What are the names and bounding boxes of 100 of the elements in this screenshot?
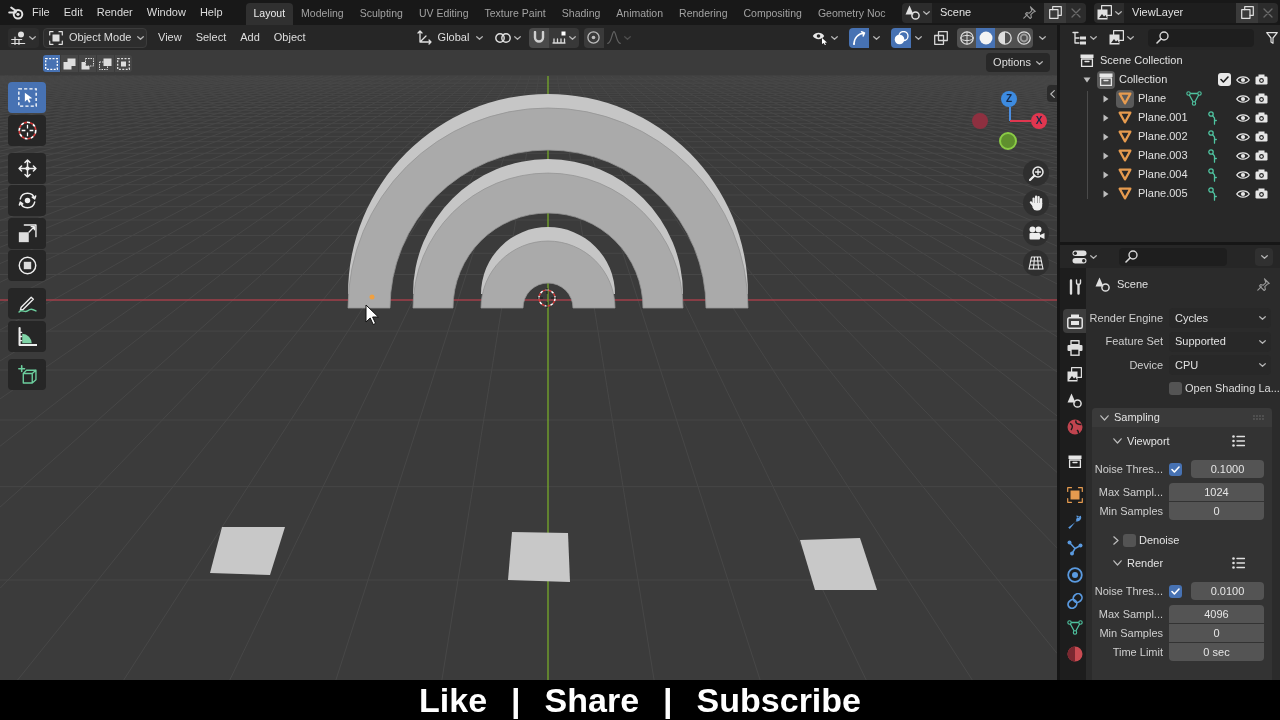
snap-toggle[interactable] — [528, 27, 549, 48]
sidebar-toggle-button[interactable] — [1047, 85, 1057, 102]
checkbox[interactable] — [1169, 584, 1182, 598]
outliner-item[interactable]: Scene Collection — [1100, 52, 1183, 69]
name-field[interactable]: Scene — [932, 2, 1044, 23]
camera-view-button[interactable] — [1023, 220, 1049, 246]
menu-item[interactable]: Render — [89, 2, 140, 23]
menu-item[interactable]: Select — [188, 27, 234, 48]
close-button[interactable] — [1258, 2, 1278, 23]
gizmo-toggle[interactable] — [849, 27, 869, 48]
mode-dropdown[interactable]: Object Mode — [43, 27, 147, 48]
dropdown-button[interactable] — [1255, 247, 1273, 266]
checkbox[interactable] — [1123, 533, 1136, 547]
workspace-tab[interactable]: Compositing — [735, 3, 810, 25]
outliner-item[interactable]: Plane.001 — [1138, 109, 1188, 126]
outliner-item[interactable]: Plane.002 — [1138, 128, 1188, 145]
options-dropdown[interactable]: Options — [986, 53, 1050, 72]
tool-button[interactable] — [8, 288, 46, 319]
eye-icon[interactable] — [1236, 74, 1250, 85]
number-field[interactable]: 4096 — [1169, 605, 1264, 623]
camera-icon[interactable] — [1255, 93, 1268, 104]
shading-mode-button[interactable] — [957, 27, 976, 48]
workspace-tab[interactable]: Layout — [245, 3, 294, 25]
selection-mode-button[interactable] — [43, 55, 60, 72]
outliner-item[interactable]: Plane.004 — [1138, 166, 1188, 183]
zoom-button[interactable] — [1023, 160, 1049, 186]
eye-icon[interactable] — [1236, 169, 1250, 180]
disclosure-triangle-icon[interactable] — [1103, 170, 1109, 179]
menu-item[interactable]: Edit — [56, 2, 90, 23]
properties-tab[interactable] — [1063, 309, 1086, 333]
name-field[interactable]: ViewLayer — [1124, 2, 1236, 23]
shading-mode-button[interactable] — [1014, 27, 1033, 48]
subpanel-title[interactable]: Render — [1127, 554, 1164, 572]
outliner-item[interactable]: Collection — [1119, 71, 1168, 88]
disclosure-triangle-icon[interactable] — [1103, 151, 1109, 160]
checkbox[interactable] — [1169, 462, 1182, 476]
copy-button[interactable] — [1236, 2, 1258, 23]
camera-icon[interactable] — [1255, 112, 1268, 123]
shading-mode-button[interactable] — [995, 27, 1014, 48]
eye-icon[interactable] — [1236, 188, 1250, 199]
pan-button[interactable] — [1023, 190, 1049, 216]
menu-item[interactable]: Add — [233, 27, 267, 48]
dropdown[interactable]: Supported — [1169, 331, 1271, 352]
disclosure-triangle-icon[interactable] — [1083, 76, 1091, 83]
menu-item[interactable]: Object — [266, 27, 313, 48]
selection-mode-button[interactable] — [61, 55, 78, 72]
camera-icon[interactable] — [1255, 169, 1268, 180]
proportional-editing-toggle[interactable] — [583, 27, 604, 48]
eye-icon[interactable] — [1236, 150, 1250, 161]
tool-button[interactable] — [8, 114, 46, 146]
tool-button[interactable] — [8, 320, 46, 352]
camera-icon[interactable] — [1255, 131, 1268, 142]
workspace-tab[interactable]: UV Editing — [410, 3, 477, 25]
camera-icon[interactable] — [1255, 188, 1268, 199]
menu-item[interactable]: File — [25, 2, 57, 23]
tool-button[interactable] — [8, 250, 46, 281]
eye-icon[interactable] — [1236, 93, 1250, 104]
checkbox[interactable] — [1169, 381, 1182, 395]
number-field[interactable]: 0 — [1169, 502, 1264, 520]
presets-button[interactable] — [1232, 435, 1245, 447]
camera-icon[interactable] — [1255, 150, 1268, 161]
tool-button[interactable] — [8, 152, 46, 184]
checkbox[interactable] — [1218, 73, 1231, 86]
number-field[interactable]: 0.1000 — [1191, 460, 1264, 478]
number-field[interactable]: 1024 — [1169, 483, 1264, 501]
subpanel-title[interactable]: Denoise — [1139, 531, 1180, 549]
editor-type-button[interactable] — [8, 27, 39, 48]
workspace-tab[interactable]: Animation — [608, 3, 672, 25]
display-mode-button[interactable] — [1107, 27, 1136, 48]
disclosure-triangle-icon[interactable] — [1103, 94, 1109, 103]
selection-mode-button[interactable] — [79, 55, 96, 72]
selection-mode-button[interactable] — [115, 55, 132, 72]
menu-item[interactable]: View — [151, 27, 189, 48]
copy-button[interactable] — [1044, 2, 1066, 23]
snap-target-dropdown[interactable] — [548, 27, 579, 48]
shading-mode-button[interactable] — [976, 27, 995, 48]
checkbox-label[interactable]: Open Shading La... — [1185, 379, 1280, 397]
outliner-item[interactable]: Plane.003 — [1138, 147, 1188, 164]
outliner-item[interactable]: Plane.005 — [1138, 185, 1188, 202]
eye-icon[interactable] — [1236, 131, 1250, 142]
tool-button[interactable] — [8, 217, 46, 249]
tool-button[interactable] — [8, 358, 46, 390]
number-field[interactable]: 0 — [1169, 624, 1264, 642]
workspace-tab[interactable]: Sculpting — [351, 3, 411, 25]
disclosure-triangle-icon[interactable] — [1103, 113, 1109, 122]
workspace-tab[interactable]: Shading — [553, 3, 609, 25]
camera-icon[interactable] — [1255, 74, 1268, 85]
data-block-menu-button[interactable] — [1094, 2, 1124, 23]
search-field[interactable] — [1148, 28, 1254, 47]
tool-button[interactable] — [8, 185, 46, 216]
search-field[interactable] — [1119, 247, 1227, 266]
number-field[interactable]: 0.0100 — [1191, 582, 1264, 600]
disclosure-triangle-icon[interactable] — [1103, 189, 1109, 198]
number-field[interactable]: 0 sec — [1169, 643, 1264, 661]
dropdown[interactable]: CPU — [1169, 355, 1271, 375]
menu-item[interactable]: Help — [192, 2, 230, 23]
menu-item[interactable]: Window — [139, 2, 193, 23]
overlay-toggle[interactable] — [891, 27, 911, 48]
workspace-tab[interactable]: Modeling — [293, 3, 352, 25]
projection-button[interactable] — [1023, 250, 1049, 276]
